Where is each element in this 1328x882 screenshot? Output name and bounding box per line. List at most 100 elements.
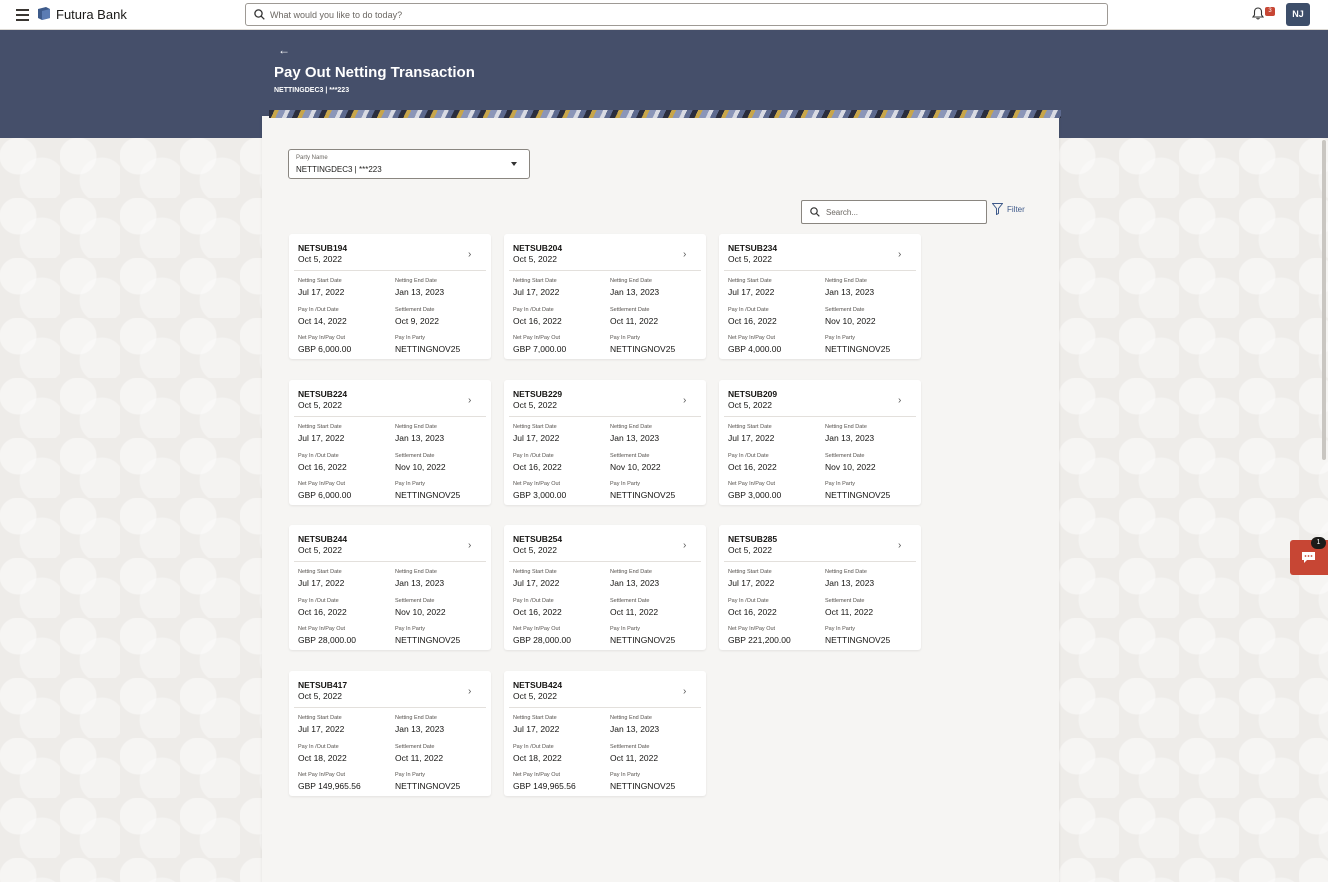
card-transaction-date: Oct 5, 2022 (513, 400, 557, 410)
field-value-settle: Nov 10, 2022 (395, 462, 446, 472)
chat-badge: 1 (1311, 537, 1326, 549)
avatar[interactable]: NJ (1286, 3, 1310, 26)
field-value-net: GBP 7,000.00 (513, 344, 567, 354)
bell-icon[interactable] (1252, 7, 1264, 20)
field-label-start: Netting Start Date (298, 278, 342, 284)
field-value-net: GBP 4,000.00 (728, 344, 782, 354)
chevron-right-icon[interactable]: › (683, 395, 686, 406)
global-search-input[interactable] (270, 6, 1090, 23)
field-value-payout: Oct 18, 2022 (298, 753, 347, 763)
back-arrow-icon[interactable]: ← (278, 43, 290, 57)
field-label-party: Pay In Party (395, 772, 425, 778)
transaction-card[interactable]: NETSUB424 Oct 5, 2022 › Netting Start Date J… (504, 671, 706, 796)
field-label-net: Net Pay In/Pay Out (513, 335, 561, 341)
field-value-start: Jul 17, 2022 (513, 724, 560, 734)
field-label-party: Pay In Party (610, 335, 640, 341)
field-value-start: Jul 17, 2022 (298, 287, 345, 297)
filter-icon (992, 203, 1003, 215)
chevron-right-icon[interactable]: › (468, 686, 471, 697)
field-value-settle: Oct 11, 2022 (610, 753, 659, 763)
field-value-payout: Oct 18, 2022 (513, 753, 562, 763)
transaction-card[interactable]: NETSUB234 Oct 5, 2022 › Netting Start Date J… (719, 234, 921, 359)
card-transaction-date: Oct 5, 2022 (298, 254, 342, 264)
brand-name[interactable]: Futura Bank (56, 7, 127, 22)
caret-down-icon (511, 162, 517, 166)
field-label-settle: Settlement Date (395, 598, 435, 604)
field-label-party: Pay In Party (825, 481, 855, 487)
card-transaction-id: NETSUB417 (298, 680, 348, 690)
field-value-start: Jul 17, 2022 (513, 287, 560, 297)
chevron-right-icon[interactable]: › (683, 249, 686, 260)
transaction-card[interactable]: NETSUB285 Oct 5, 2022 › Netting Start Date J… (719, 525, 921, 650)
field-value-start: Jul 17, 2022 (298, 433, 345, 443)
list-search-input[interactable] (826, 205, 976, 220)
field-label-net: Net Pay In/Pay Out (728, 481, 776, 487)
field-label-settle: Settlement Date (610, 453, 650, 459)
bank-logo-icon (38, 7, 50, 20)
party-name-select[interactable]: Party Name NETTINGDEC3 | ***223 (288, 149, 530, 179)
field-label-payout: Pay In /Out Date (298, 307, 339, 313)
chevron-right-icon[interactable]: › (898, 395, 901, 406)
field-label-end: Netting End Date (610, 424, 652, 430)
field-value-net: GBP 6,000.00 (298, 344, 352, 354)
transaction-card[interactable]: NETSUB417 Oct 5, 2022 › Netting Start Date J… (289, 671, 491, 796)
field-value-party: NETTINGNOV25 (395, 781, 461, 791)
background-pattern-right (1059, 138, 1328, 882)
chevron-right-icon[interactable]: › (468, 395, 471, 406)
field-label-net: Net Pay In/Pay Out (728, 335, 776, 341)
field-label-start: Netting Start Date (728, 569, 772, 575)
card-divider (294, 561, 486, 562)
card-divider (294, 707, 486, 708)
transaction-card[interactable]: NETSUB209 Oct 5, 2022 › Netting Start Date J… (719, 380, 921, 505)
field-label-party: Pay In Party (395, 481, 425, 487)
field-value-party: NETTINGNOV25 (610, 781, 676, 791)
field-value-start: Jul 17, 2022 (513, 578, 560, 588)
page-scrollbar[interactable] (1322, 140, 1326, 460)
top-bar: Futura Bank 3 NJ (0, 0, 1328, 30)
card-transaction-id: NETSUB244 (298, 534, 348, 544)
chevron-right-icon[interactable]: › (898, 249, 901, 260)
field-value-net: GBP 3,000.00 (728, 490, 782, 500)
field-value-start: Jul 17, 2022 (728, 433, 775, 443)
transaction-card[interactable]: NETSUB204 Oct 5, 2022 › Netting Start Date J… (504, 234, 706, 359)
field-label-settle: Settlement Date (610, 307, 650, 313)
field-value-start: Jul 17, 2022 (728, 578, 775, 588)
field-label-party: Pay In Party (395, 335, 425, 341)
card-divider (509, 416, 701, 417)
field-label-net: Net Pay In/Pay Out (298, 626, 346, 632)
hamburger-menu-icon[interactable] (16, 9, 29, 21)
party-name-label: Party Name (296, 155, 328, 161)
field-label-payout: Pay In /Out Date (513, 307, 554, 313)
transaction-card[interactable]: NETSUB224 Oct 5, 2022 › Netting Start Date J… (289, 380, 491, 505)
field-label-party: Pay In Party (610, 481, 640, 487)
field-value-payout: Oct 16, 2022 (298, 462, 347, 472)
field-label-end: Netting End Date (610, 569, 652, 575)
field-label-payout: Pay In /Out Date (298, 598, 339, 604)
chevron-right-icon[interactable]: › (683, 540, 686, 551)
chevron-right-icon[interactable]: › (898, 540, 901, 551)
chat-icon (1302, 552, 1315, 563)
field-value-party: NETTINGNOV25 (610, 635, 676, 645)
field-label-end: Netting End Date (825, 569, 867, 575)
page-title: Pay Out Netting Transaction (274, 64, 475, 81)
list-search[interactable] (801, 200, 987, 224)
field-label-start: Netting Start Date (513, 569, 557, 575)
transaction-card[interactable]: NETSUB244 Oct 5, 2022 › Netting Start Date J… (289, 525, 491, 650)
global-search[interactable] (245, 3, 1108, 26)
field-label-payout: Pay In /Out Date (513, 744, 554, 750)
transaction-card[interactable]: NETSUB229 Oct 5, 2022 › Netting Start Date J… (504, 380, 706, 505)
field-label-settle: Settlement Date (825, 307, 865, 313)
field-label-settle: Settlement Date (395, 307, 435, 313)
field-label-party: Pay In Party (825, 626, 855, 632)
field-value-net: GBP 3,000.00 (513, 490, 567, 500)
chevron-right-icon[interactable]: › (468, 540, 471, 551)
transaction-card[interactable]: NETSUB194 Oct 5, 2022 › Netting Start Date J… (289, 234, 491, 359)
field-label-settle: Settlement Date (825, 453, 865, 459)
field-label-net: Net Pay In/Pay Out (728, 626, 776, 632)
chevron-right-icon[interactable]: › (468, 249, 471, 260)
chevron-right-icon[interactable]: › (683, 686, 686, 697)
field-value-net: GBP 28,000.00 (513, 635, 571, 645)
field-label-start: Netting Start Date (513, 424, 557, 430)
field-value-party: NETTINGNOV25 (395, 490, 461, 500)
transaction-card[interactable]: NETSUB254 Oct 5, 2022 › Netting Start Date J… (504, 525, 706, 650)
